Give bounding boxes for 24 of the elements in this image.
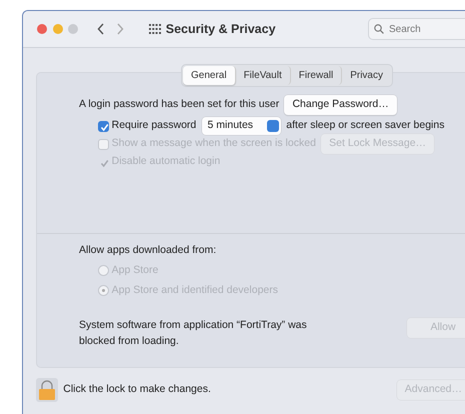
grid-icon[interactable]	[148, 24, 160, 34]
change-password-button[interactable]: Change Password…	[284, 95, 397, 115]
tab[interactable]: FileVault	[236, 66, 291, 85]
tab[interactable]: Firewall	[290, 66, 342, 85]
window-title: Security & Privacy	[166, 20, 276, 38]
tab[interactable]: General	[183, 66, 236, 85]
time-select[interactable]: 5 minutes	[202, 117, 282, 136]
back-icon[interactable]	[97, 23, 105, 35]
select-value: 5 minutes	[208, 118, 254, 134]
close-button[interactable]	[37, 24, 47, 34]
search-field[interactable]: Search	[368, 18, 465, 40]
option-suffix: after sleep or screen saver begins	[286, 118, 444, 134]
lock-hint-text: Click the lock to make changes.	[63, 382, 211, 398]
downloads-heading: Allow apps downloaded from:	[79, 243, 218, 258]
zoom-button[interactable]	[68, 24, 78, 34]
forward-icon[interactable]	[116, 23, 124, 35]
checkbox[interactable]	[98, 120, 109, 132]
lock-button[interactable]	[36, 378, 58, 402]
lock-icon	[38, 380, 56, 400]
minimize-button[interactable]	[52, 24, 63, 34]
tab[interactable]: Privacy	[342, 66, 391, 85]
option-label: Require password	[112, 118, 196, 134]
blocked-message: System software from application “FortiTray” was blocked from loading.	[79, 318, 308, 349]
password-status-text: A login password has been set for this user	[79, 97, 280, 112]
